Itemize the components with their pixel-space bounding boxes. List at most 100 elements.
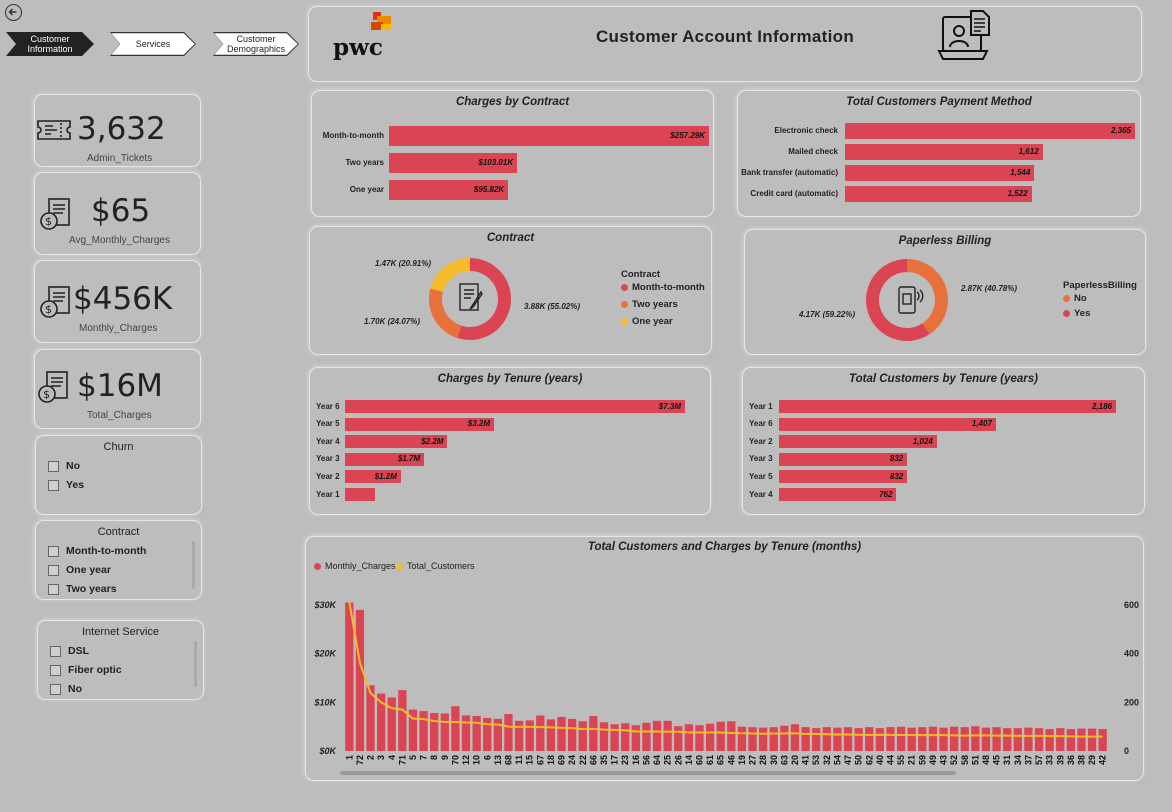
tab-customer-demographics[interactable]: Customer Demographics: [213, 32, 299, 56]
bar[interactable]: [419, 711, 428, 751]
bar[interactable]: [918, 727, 927, 751]
legend-item-two-years[interactable]: Two years: [621, 299, 678, 310]
bar[interactable]: [1024, 727, 1033, 751]
chart-paperless-billing-donut[interactable]: Paperless Billing 2.87K (40.78%) 4.17K (…: [744, 229, 1146, 355]
bar[interactable]: [737, 726, 747, 751]
bar[interactable]: [960, 727, 969, 751]
bar[interactable]: [971, 726, 980, 751]
bar[interactable]: [801, 727, 810, 751]
chart-customers-by-tenure[interactable]: Total Customers by Tenure (years) Year 1…: [742, 367, 1145, 515]
slicer-option-dsl[interactable]: DSL: [50, 645, 89, 657]
bar[interactable]: [642, 722, 651, 751]
slicer-scrollbar[interactable]: [192, 541, 195, 589]
chart-charges-by-tenure[interactable]: Charges by Tenure (years) Year 6 $7.3M Yea…: [309, 367, 711, 515]
bar[interactable]: [950, 726, 959, 751]
slicer-option-two-years[interactable]: Two years: [48, 583, 117, 595]
slicer-option-fiber-optic[interactable]: Fiber optic: [50, 664, 122, 676]
bar[interactable]: [674, 726, 683, 751]
bar[interactable]: [621, 723, 630, 751]
bar[interactable]: [1013, 728, 1022, 751]
checkbox[interactable]: [48, 564, 59, 576]
bar[interactable]: [716, 721, 725, 751]
bar[interactable]: [769, 727, 778, 751]
bar[interactable]: [886, 727, 895, 751]
bar[interactable]: [907, 727, 916, 751]
checkbox[interactable]: [48, 583, 59, 595]
bar[interactable]: [695, 725, 704, 751]
bar[interactable]: [504, 714, 513, 751]
bar[interactable]: [843, 727, 853, 751]
chart-payment-method[interactable]: Total Customers Payment Method Electroni…: [737, 90, 1141, 217]
checkbox[interactable]: [50, 664, 61, 676]
bar[interactable]: [568, 718, 577, 751]
checkbox[interactable]: [48, 479, 59, 491]
bar[interactable]: [355, 609, 365, 751]
slicer-option-month-to-month[interactable]: Month-to-month: [48, 545, 146, 557]
bar[interactable]: [1066, 729, 1075, 751]
bar[interactable]: [536, 715, 545, 751]
checkbox[interactable]: [50, 683, 61, 695]
bar[interactable]: [663, 720, 672, 751]
bar[interactable]: [780, 725, 789, 751]
bar[interactable]: [812, 728, 821, 751]
bar[interactable]: [748, 727, 757, 751]
chart-tenure-months[interactable]: Total Customers and Charges by Tenure (m…: [305, 536, 1144, 781]
bar[interactable]: [557, 716, 566, 751]
bar[interactable]: [440, 713, 449, 751]
bar[interactable]: [525, 720, 534, 751]
bar[interactable]: [631, 725, 640, 751]
bar[interactable]: [1034, 728, 1044, 751]
bar[interactable]: [727, 721, 736, 751]
bar[interactable]: [1045, 729, 1054, 751]
bar[interactable]: [610, 724, 619, 751]
tab-customer-information[interactable]: Customer Information: [6, 32, 94, 56]
bar[interactable]: [833, 727, 842, 751]
bar[interactable]: [1003, 728, 1012, 751]
bar[interactable]: [652, 720, 662, 751]
slicer-scrollbar[interactable]: [194, 641, 197, 687]
bar[interactable]: [939, 727, 948, 751]
bar[interactable]: [865, 727, 874, 751]
chart-contract-donut[interactable]: Contract 3.88K (55.02%) 1.70K (24.07%) 1…: [309, 226, 712, 355]
bar[interactable]: [514, 720, 524, 751]
back-arrow-icon[interactable]: [5, 4, 22, 21]
bar[interactable]: [705, 723, 715, 751]
bar[interactable]: [1087, 728, 1097, 751]
bar[interactable]: [928, 726, 938, 751]
bar[interactable]: [1098, 729, 1107, 751]
slicer-option-no[interactable]: No: [50, 683, 82, 695]
bar[interactable]: [430, 713, 439, 751]
checkbox[interactable]: [50, 645, 61, 657]
checkbox[interactable]: [48, 545, 59, 557]
bar[interactable]: [759, 727, 768, 751]
bar[interactable]: [599, 722, 609, 751]
slicer-option-no[interactable]: No: [48, 460, 80, 472]
bar[interactable]: [992, 727, 1001, 751]
bar[interactable]: [875, 728, 884, 751]
bar[interactable]: [981, 727, 991, 751]
bar[interactable]: [1056, 728, 1065, 751]
bar[interactable]: [578, 721, 587, 751]
bar[interactable]: [1077, 728, 1086, 751]
bar[interactable]: [790, 724, 800, 751]
legend-item-month-to-month[interactable]: Month-to-month: [621, 282, 705, 293]
legend-item-yes[interactable]: Yes: [1063, 308, 1090, 319]
bar[interactable]: [896, 726, 906, 751]
legend-item-one-year[interactable]: One year: [621, 316, 673, 327]
bar[interactable]: [854, 728, 863, 751]
bar[interactable]: [589, 715, 598, 751]
bar[interactable]: [451, 706, 460, 751]
bar[interactable]: [684, 724, 693, 751]
slicer-option-one-year[interactable]: One year: [48, 564, 111, 576]
tab-services[interactable]: Services: [110, 32, 196, 56]
checkbox[interactable]: [48, 460, 59, 472]
horizontal-scrollbar[interactable]: [340, 771, 956, 775]
bar[interactable]: [546, 719, 556, 751]
legend-item-no[interactable]: No: [1063, 293, 1087, 304]
bar[interactable]: [345, 488, 376, 501]
bar[interactable]: [822, 727, 831, 751]
bar[interactable]: [345, 602, 354, 751]
chart-charges-by-contract[interactable]: Charges by Contract Month-to-month $257.2…: [311, 90, 714, 217]
bar[interactable]: [461, 715, 471, 751]
bar[interactable]: [472, 715, 481, 751]
